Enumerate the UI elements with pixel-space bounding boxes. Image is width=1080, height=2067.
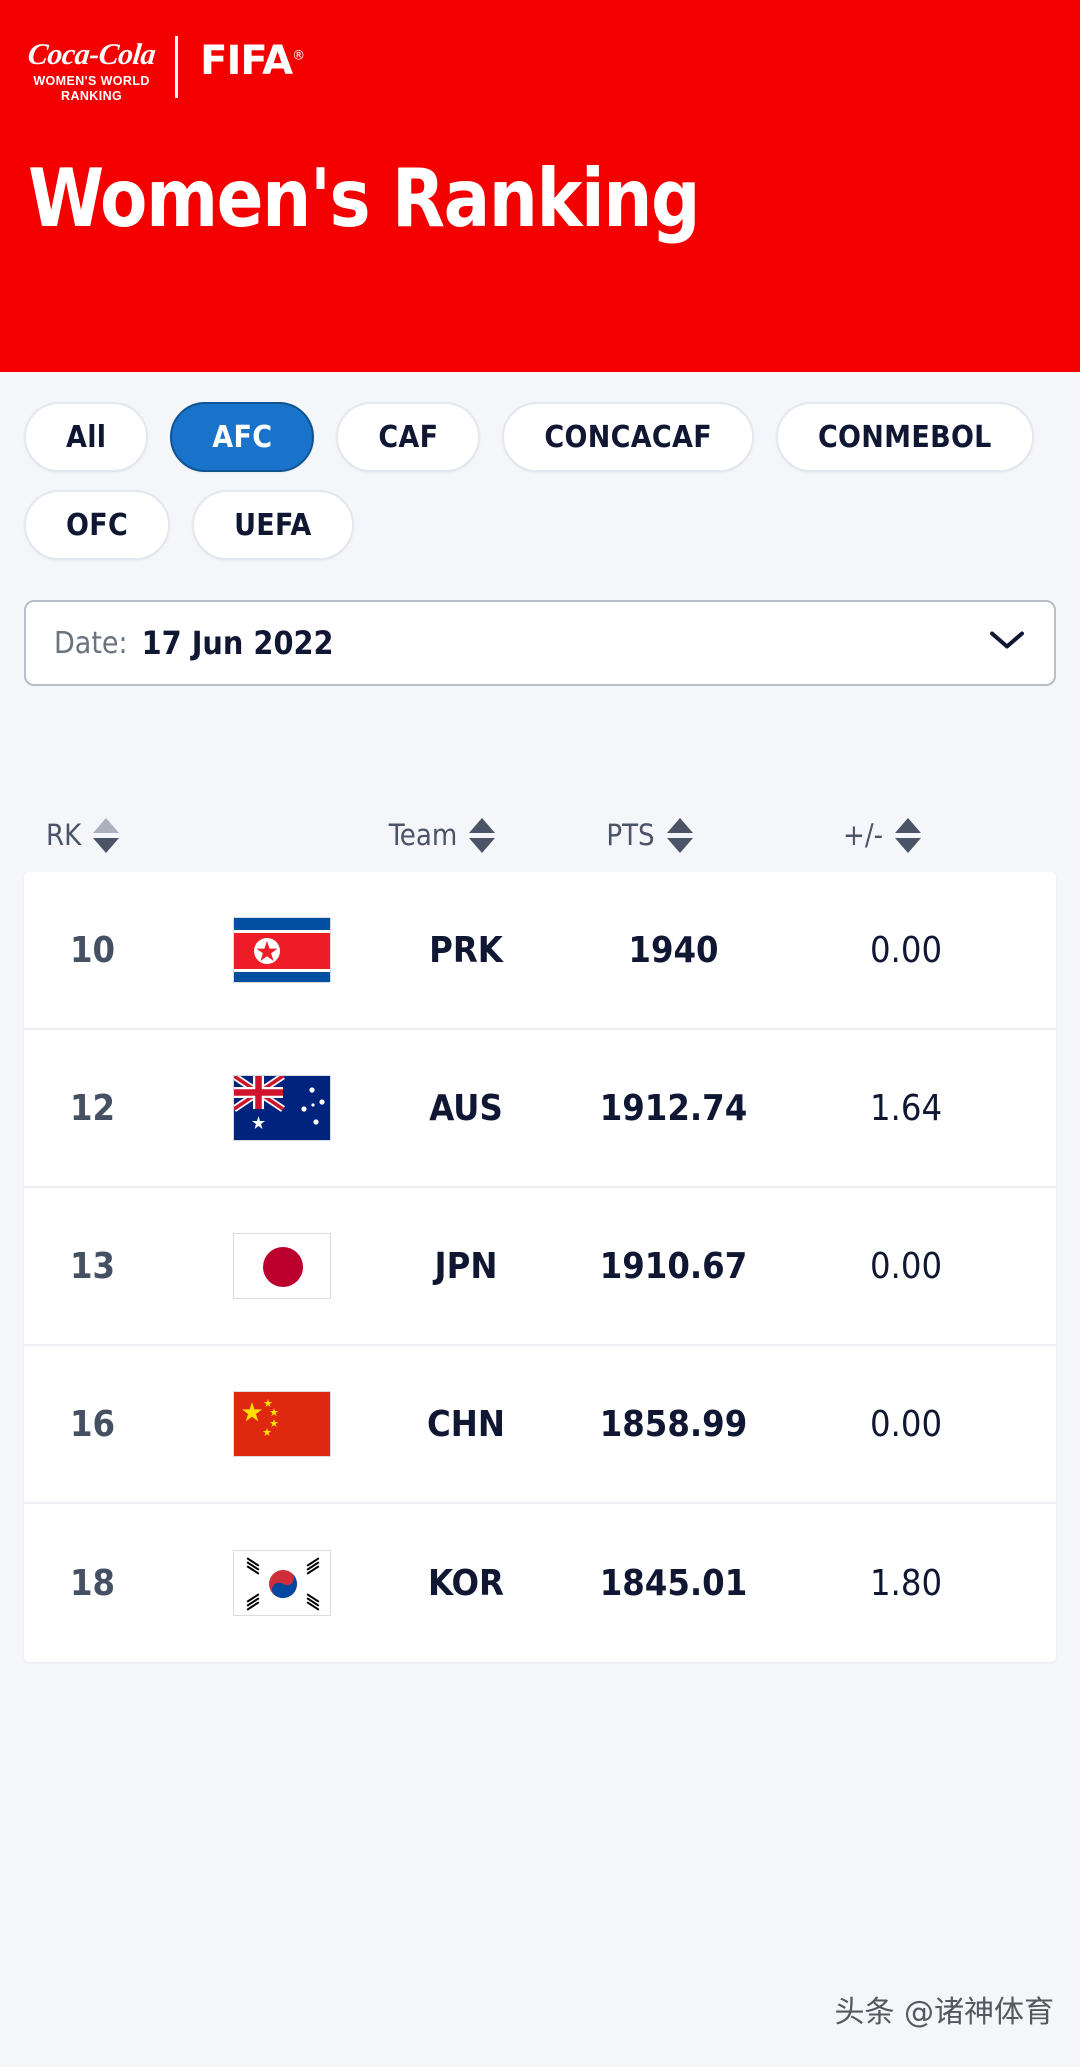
ranking-table-body: 10 PRK 1940 0.00 12 AUS 1912.74 1.64 13 … [24,872,1056,1662]
cell-rank: 13 [70,1245,116,1287]
table-row[interactable]: 16 CHN 1858.99 0.00 [24,1346,1056,1504]
app-root: Coca-Cola WOMEN'S WORLD RANKING FIFA® Wo… [0,0,1080,2067]
cell-rank: 10 [70,929,116,971]
flag-kor-icon [233,1550,331,1616]
ranking-table-header: RK Team PTS +/- [0,798,1080,872]
flag-prk-icon [233,917,331,983]
cell-plus-minus: 0.00 [869,1245,943,1287]
sort-ascending-icon [895,817,922,833]
cell-plus-minus: 0.00 [869,929,943,971]
cell-plus-minus: 1.80 [869,1562,943,1604]
sort-arrows-icon-plus-minus[interactable] [895,817,922,853]
cell-rank: 12 [70,1087,116,1129]
cell-plus-minus: 1.64 [869,1087,943,1129]
date-select-wrapper: Date: 17 Jun 2022 [24,600,1056,686]
flag-jpn-icon [233,1233,331,1299]
sort-arrows-icon-team[interactable] [469,817,496,853]
cell-team: JPN [434,1245,498,1287]
cell-flag [198,1550,366,1616]
cell-team: AUS [429,1087,503,1129]
watermark: 头条 @诸神体育 [834,1995,1054,2030]
cell-points: 1858.99 [599,1403,748,1445]
cell-points: 1910.67 [599,1245,748,1287]
sort-ascending-icon [93,817,120,833]
filter-pill-uefa[interactable]: UEFA [192,490,354,560]
column-header-team-label: Team [388,818,458,852]
sort-ascending-icon [469,817,496,833]
sort-descending-icon [666,837,693,853]
brand-subtitle-line1: WOMEN'S WORLD [33,74,150,88]
filter-pill-concacaf[interactable]: CONCACAF [502,402,754,472]
cell-plus-minus: 0.00 [869,1403,943,1445]
cell-flag [198,1233,366,1299]
coca-cola-wordmark: Coca-Cola [26,38,157,71]
flag-chn-icon [233,1391,331,1457]
sort-descending-icon [93,837,120,853]
cell-points: 1845.01 [599,1562,748,1604]
cell-points: 1940 [628,929,719,971]
sort-arrows-icon-pts[interactable] [666,817,693,853]
cell-rank: 18 [70,1562,116,1604]
table-row[interactable]: 10 PRK 1940 0.00 [24,872,1056,1030]
confederation-filter-group: All AFC CAF CONCACAF CONMEBOL OFC UEFA [0,372,1080,560]
brand-logo-row: Coca-Cola WOMEN'S WORLD RANKING FIFA® [26,34,1080,106]
column-header-plus-minus-label: +/- [842,818,884,852]
brand-subtitle-line2: RANKING [61,88,123,103]
cell-flag [198,1391,366,1457]
table-row[interactable]: 13 JPN 1910.67 0.00 [24,1188,1056,1346]
filter-pill-conmebol[interactable]: CONMEBOL [775,402,1034,472]
logo-divider [175,36,179,98]
registered-trademark-icon: ® [292,48,305,64]
filter-pill-ofc[interactable]: OFC [24,490,171,560]
sort-descending-icon [469,837,496,853]
column-header-plus-minus[interactable]: +/- [757,817,1007,853]
cell-rank: 16 [70,1403,116,1445]
flag-aus-icon [233,1075,331,1141]
column-header-team[interactable]: Team [342,817,542,853]
filter-pill-afc[interactable]: AFC [170,402,315,472]
date-select-label: Date: [54,625,128,661]
cell-flag [198,1075,366,1141]
column-header-pts-label: PTS [606,818,655,852]
column-header-rk[interactable]: RK [46,817,174,853]
cell-team: KOR [428,1562,504,1604]
page-title: Women's Ranking [28,152,701,245]
column-header-pts[interactable]: PTS [542,817,757,853]
cell-team: PRK [429,929,503,971]
cell-points: 1912.74 [599,1087,748,1129]
table-row[interactable]: 12 AUS 1912.74 1.64 [24,1030,1056,1188]
date-select-value: 17 Jun 2022 [141,624,334,662]
coca-cola-womens-world-ranking-logo: Coca-Cola WOMEN'S WORLD RANKING [26,38,157,103]
date-select[interactable]: Date: 17 Jun 2022 [24,600,1056,686]
chevron-down-icon[interactable] [990,631,1024,656]
sort-arrows-icon-rk[interactable] [93,817,120,853]
fifa-logo: FIFA® [200,38,305,84]
page-header: Coca-Cola WOMEN'S WORLD RANKING FIFA® Wo… [0,0,1080,372]
filter-pill-all[interactable]: All [24,402,149,472]
cell-team: CHN [427,1403,505,1445]
fifa-wordmark: FIFA [200,38,293,84]
sort-ascending-icon [666,817,693,833]
sort-descending-icon [895,837,922,853]
filter-pill-caf[interactable]: CAF [336,402,481,472]
table-row[interactable]: 18 KOR 1845.01 1.80 [24,1504,1056,1662]
cell-flag [198,917,366,983]
column-header-rk-label: RK [46,818,82,852]
